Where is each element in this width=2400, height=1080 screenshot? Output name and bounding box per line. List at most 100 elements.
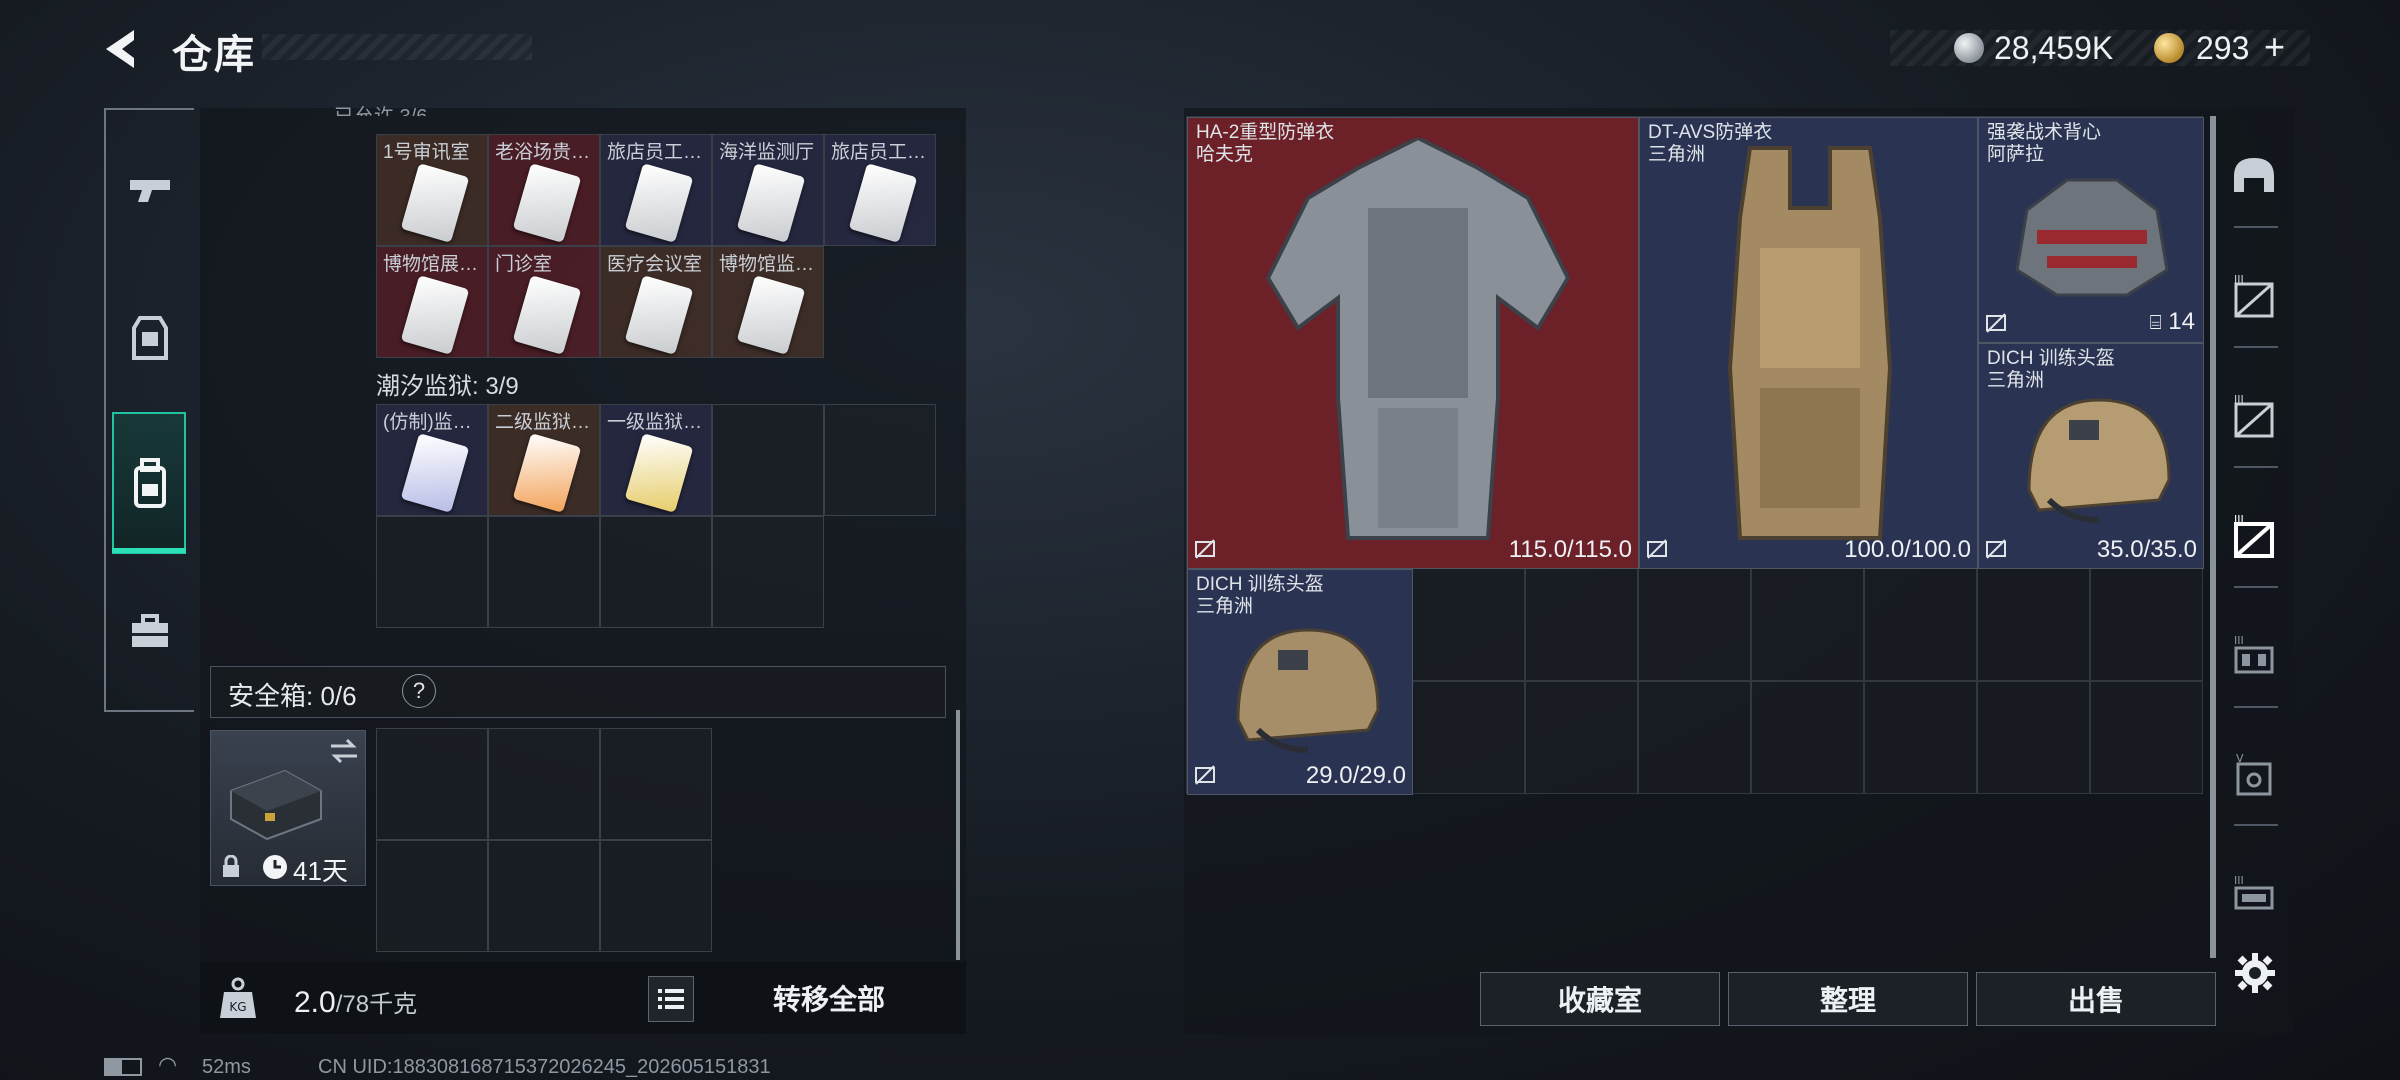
keycard-icon bbox=[624, 163, 694, 243]
item-dich-helmet-2[interactable]: DICH 训练头盔 三角洲 29.0/29.0 bbox=[1187, 569, 1413, 795]
sidebar-tab-case[interactable] bbox=[118, 600, 182, 664]
collection-room-button[interactable]: 收藏室 bbox=[1480, 972, 1720, 1026]
sell-button[interactable]: 出售 bbox=[1976, 972, 2216, 1026]
stash-slot[interactable] bbox=[1638, 568, 1751, 681]
list-view-button[interactable] bbox=[648, 976, 694, 1022]
no-insurance-icon bbox=[1647, 539, 1667, 559]
armor-tier-icon: III bbox=[2234, 393, 2274, 438]
key-item[interactable]: 博物馆展… bbox=[376, 246, 488, 358]
item-assault-vest[interactable]: 强袭战术背心 阿萨拉 ⌸ 14 bbox=[1978, 117, 2204, 343]
key-item[interactable]: 旅店员工… bbox=[824, 134, 936, 246]
weight-icon: KG bbox=[218, 976, 258, 1022]
empty-slot[interactable] bbox=[376, 516, 488, 628]
empty-slot[interactable] bbox=[488, 840, 600, 952]
currency-silver: 28,459K bbox=[1994, 30, 2114, 66]
back-button[interactable] bbox=[100, 26, 146, 72]
transfer-all-button[interactable]: 转移全部 bbox=[700, 964, 958, 1032]
rail-tab-armor-active[interactable]: III bbox=[2226, 510, 2282, 566]
svg-text:III: III bbox=[2234, 874, 2244, 887]
left-scrollbar[interactable] bbox=[956, 710, 960, 960]
svg-text:III: III bbox=[2234, 273, 2244, 286]
rail-tab-helmet[interactable] bbox=[2226, 150, 2282, 206]
stash-scrollbar[interactable] bbox=[2210, 116, 2216, 958]
helmet-category-icon bbox=[2234, 158, 2274, 192]
key-item[interactable]: 1号审讯室 bbox=[376, 134, 488, 246]
svg-text:III: III bbox=[2234, 393, 2244, 406]
rail-tab-backpack[interactable]: V bbox=[2226, 748, 2282, 804]
keycard-icon bbox=[400, 163, 470, 243]
key-item[interactable]: 门诊室 bbox=[488, 246, 600, 358]
safe-box-grid bbox=[376, 728, 712, 952]
rail-tab-vest[interactable]: III bbox=[2226, 630, 2282, 686]
empty-slot[interactable] bbox=[712, 404, 824, 516]
stash-slot[interactable] bbox=[2090, 568, 2203, 681]
swap-icon bbox=[331, 738, 357, 764]
currency-gold: 293 bbox=[2196, 30, 2250, 66]
stash-slot[interactable] bbox=[1977, 681, 2090, 794]
key-label: 博物馆监… bbox=[719, 254, 815, 275]
key-label: 海洋监测厅 bbox=[719, 142, 815, 163]
key-item[interactable]: 老浴场贵… bbox=[488, 134, 600, 246]
key-item[interactable]: 海洋监测厅 bbox=[712, 134, 824, 246]
item-ha2-armor[interactable]: HA-2重型防弹衣 哈夫克 115.0/115.0 bbox=[1187, 117, 1639, 569]
item-slot-count: ⌸ 14 bbox=[2149, 308, 2195, 335]
key-item[interactable]: (仿制)监… bbox=[376, 404, 488, 516]
uid-text: CN UID:18830816871537202624​5_2026051518… bbox=[318, 1056, 771, 1078]
item-dich-helmet[interactable]: DICH 训练头盔 三角洲 35.0/35.0 bbox=[1978, 343, 2204, 569]
stash-slot[interactable] bbox=[1638, 681, 1751, 794]
sidebar-tab-armor[interactable] bbox=[118, 306, 182, 370]
add-currency-button[interactable]: + bbox=[2264, 26, 2285, 68]
tactical-vest-icon bbox=[2015, 178, 2169, 297]
rail-tab-rig[interactable]: III bbox=[2226, 868, 2282, 924]
key-item[interactable]: 一级监狱… bbox=[600, 404, 712, 516]
key-section-label: 已允许 3/6 bbox=[334, 100, 427, 116]
key-label: 二级监狱… bbox=[495, 412, 591, 433]
no-insurance-icon bbox=[1986, 313, 2006, 333]
empty-slot[interactable] bbox=[376, 728, 488, 840]
stash-slot[interactable] bbox=[1412, 568, 1525, 681]
stash-slot[interactable] bbox=[2090, 681, 2203, 794]
rail-tab-armor-3[interactable]: III bbox=[2226, 270, 2282, 326]
key-item[interactable]: 二级监狱… bbox=[488, 404, 600, 516]
empty-slot[interactable] bbox=[712, 516, 824, 628]
keycard-icon bbox=[512, 433, 582, 513]
safe-box-label: 安全箱: 0/6 bbox=[228, 681, 357, 711]
stash-slot[interactable] bbox=[1864, 568, 1977, 681]
rail-separator bbox=[2234, 466, 2278, 468]
key-label: 老浴场贵… bbox=[495, 142, 591, 163]
clock-icon bbox=[263, 855, 287, 879]
empty-slot[interactable] bbox=[600, 516, 712, 628]
key-item[interactable]: 博物馆监… bbox=[712, 246, 824, 358]
stash-slot[interactable] bbox=[1751, 681, 1864, 794]
weight-readout: 2.0/78千克 bbox=[294, 984, 417, 1020]
active-tab-indicator bbox=[112, 548, 186, 553]
key-grid-row2: 博物馆展… 门诊室 医疗会议室 博物馆监… bbox=[376, 246, 824, 358]
item-dt-avs-armor[interactable]: DT-AVS防弹衣 三角洲 100.0/100.0 bbox=[1639, 117, 1978, 569]
empty-slot[interactable] bbox=[824, 404, 936, 516]
rail-tab-armor-3b[interactable]: III bbox=[2226, 390, 2282, 446]
item-durability: 100.0/100.0 bbox=[1844, 536, 1971, 563]
key-item[interactable]: 旅店员工… bbox=[600, 134, 712, 246]
armor-icon bbox=[132, 316, 168, 360]
backpack-icon bbox=[118, 452, 182, 516]
weight-value: 2.0 bbox=[294, 986, 336, 1019]
sidebar-tab-weapons[interactable] bbox=[118, 160, 182, 224]
empty-slot[interactable] bbox=[488, 516, 600, 628]
stash-slot[interactable] bbox=[1977, 568, 2090, 681]
organize-button[interactable]: 整理 bbox=[1728, 972, 1968, 1026]
stash-slot[interactable] bbox=[1412, 681, 1525, 794]
empty-slot[interactable] bbox=[488, 728, 600, 840]
safe-box-item[interactable]: 41天 bbox=[210, 730, 366, 886]
stash-slot[interactable] bbox=[1864, 681, 1977, 794]
rail-separator bbox=[2234, 824, 2278, 826]
help-icon[interactable]: ? bbox=[402, 674, 436, 708]
empty-slot[interactable] bbox=[600, 728, 712, 840]
key-item[interactable]: 医疗会议室 bbox=[600, 246, 712, 358]
empty-slot[interactable] bbox=[376, 840, 488, 952]
stash-slot[interactable] bbox=[1525, 568, 1638, 681]
stash-slot[interactable] bbox=[1525, 681, 1638, 794]
stash-slot[interactable] bbox=[1751, 568, 1864, 681]
armor-tier-icon-active: III bbox=[2234, 513, 2274, 558]
empty-slot[interactable] bbox=[600, 840, 712, 952]
settings-button[interactable] bbox=[2234, 952, 2276, 994]
